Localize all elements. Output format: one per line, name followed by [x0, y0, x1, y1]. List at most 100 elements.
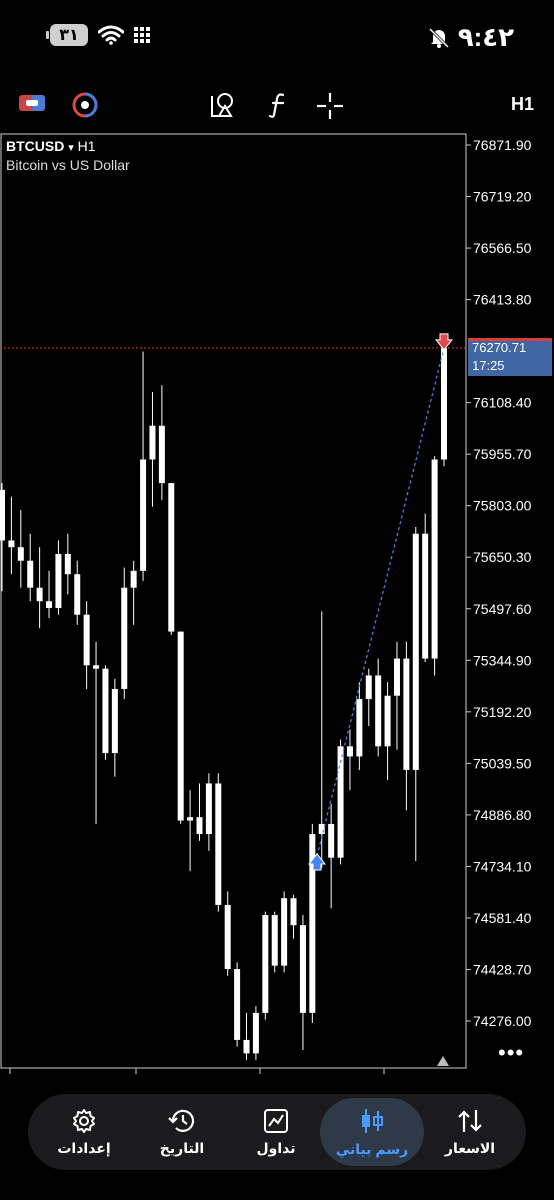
- gear-icon: [73, 1108, 95, 1133]
- crosshair-icon[interactable]: [316, 92, 344, 125]
- symbol-name: BTCUSD: [6, 138, 65, 154]
- candle-body: [215, 783, 222, 905]
- more-options-icon[interactable]: •••: [498, 1040, 524, 1066]
- candle-body: [403, 658, 410, 770]
- candle-body: [224, 904, 231, 970]
- candle-body: [365, 675, 372, 700]
- bell-muted-icon: [428, 27, 450, 49]
- candle-body: [130, 570, 137, 588]
- y-tick-label: 74276.00: [473, 1013, 532, 1029]
- price-chart[interactable]: 76871.90 76719.20 76566.50 76413.80 76108.40…: [0, 133, 554, 1075]
- bar-countdown: 17:25: [472, 358, 505, 373]
- candle-body: [299, 925, 306, 1013]
- candle-body: [262, 915, 269, 1013]
- candle-body: [102, 668, 109, 754]
- y-tick-label: 76413.80: [473, 292, 532, 308]
- candle-body: [243, 1039, 250, 1054]
- candle-body: [187, 817, 194, 821]
- candle-body: [328, 823, 335, 858]
- nav-quotes[interactable]: الاسعار: [424, 1094, 516, 1170]
- candle-body: [158, 425, 165, 484]
- nav-trade[interactable]: تداول: [230, 1094, 322, 1170]
- nav-label: التاريخ: [159, 1139, 205, 1156]
- bottom-navigation: إعدادات التاريخ تداول رسم بياني الاسعار: [28, 1094, 526, 1170]
- battery-indicator: ٣١: [46, 24, 88, 46]
- y-tick-label: 76719.20: [473, 189, 532, 205]
- candle-body: [140, 459, 147, 571]
- candle-body: [168, 483, 175, 632]
- y-tick-label: 75955.70: [473, 446, 532, 462]
- candle-body: [431, 459, 438, 659]
- wifi-icon: [98, 25, 124, 45]
- trade-icon: [264, 1108, 288, 1133]
- candle-body: [337, 746, 344, 858]
- y-tick-label: 75497.60: [473, 601, 532, 617]
- candle-body: [318, 823, 325, 835]
- candle-body: [393, 658, 400, 696]
- chevron-down-icon: ▾: [68, 142, 74, 154]
- candlestick-chart[interactable]: 76871.90 76719.20 76566.50 76413.80 76108.40…: [0, 133, 554, 1075]
- candle-body: [8, 540, 15, 548]
- plot-frame: [0, 133, 467, 1069]
- candle-body: [0, 489, 5, 541]
- nav-label: تداول: [256, 1139, 296, 1156]
- signal-icon: [134, 25, 154, 45]
- y-tick-label: 75192.20: [473, 704, 532, 720]
- chart-toolbar: H1: [0, 80, 554, 130]
- status-bar: ٣١ ٩:٤٢: [0, 0, 554, 70]
- nav-settings[interactable]: إعدادات: [38, 1094, 130, 1170]
- candle-body: [252, 1012, 259, 1054]
- candle-body: [83, 614, 90, 666]
- scroll-end-icon: [437, 1056, 449, 1066]
- candle-body: [196, 817, 203, 835]
- y-tick-label: 74734.10: [473, 858, 532, 874]
- candle-body: [422, 533, 429, 659]
- nav-history[interactable]: التاريخ: [136, 1094, 228, 1170]
- candle-body: [149, 425, 156, 460]
- candle-body: [64, 553, 71, 575]
- candle-body: [290, 898, 297, 926]
- nav-label: الاسعار: [444, 1139, 496, 1156]
- candle-body: [55, 553, 62, 608]
- symbol-selector[interactable]: BTCUSD ▾ H1: [6, 138, 96, 154]
- candle-body: [27, 560, 34, 588]
- timeframe-button[interactable]: H1: [511, 94, 534, 115]
- y-tick-label: 76108.40: [473, 395, 532, 411]
- candle-body: [46, 601, 53, 608]
- y-tick-label: 76871.90: [473, 137, 532, 153]
- nav-chart[interactable]: رسم بياني: [320, 1098, 424, 1166]
- candle-body: [375, 675, 382, 747]
- one-click-trading-icon[interactable]: [18, 92, 46, 119]
- y-tick-label: 75344.90: [473, 652, 532, 668]
- candle-body: [384, 695, 391, 747]
- candle-body: [281, 898, 288, 966]
- candle-body: [17, 547, 24, 561]
- candle-body: [205, 783, 212, 835]
- symbol-description: Bitcoin vs US Dollar: [6, 157, 130, 173]
- candle-body: [441, 348, 447, 460]
- candle-body: [74, 574, 81, 615]
- candle-body: [356, 699, 363, 757]
- y-tick-label: 76566.50: [473, 240, 532, 256]
- candle-body: [93, 665, 100, 669]
- current-price: 76270.71: [472, 340, 527, 355]
- function-icon[interactable]: [268, 92, 288, 123]
- y-tick-label: 74581.40: [473, 910, 532, 926]
- candle-body: [271, 915, 278, 966]
- candles-icon: [362, 1108, 383, 1133]
- candle-body: [177, 631, 184, 821]
- y-tick-label: 75650.30: [473, 549, 532, 565]
- y-tick-label: 74886.80: [473, 807, 532, 823]
- candle-body: [346, 746, 353, 757]
- nav-label: رسم بياني: [335, 1140, 409, 1157]
- candle-body: [121, 587, 128, 689]
- clock: ٩:٤٢: [457, 22, 514, 52]
- y-tick-label: 75803.00: [473, 498, 532, 514]
- quick-trade-icon[interactable]: [72, 92, 98, 123]
- history-icon: [168, 1109, 195, 1132]
- y-tick-label: 75039.50: [473, 755, 532, 771]
- nav-label: إعدادات: [57, 1139, 111, 1156]
- indicators-icon[interactable]: [210, 92, 238, 123]
- symbol-timeframe: H1: [77, 138, 96, 154]
- candle-body: [412, 533, 419, 770]
